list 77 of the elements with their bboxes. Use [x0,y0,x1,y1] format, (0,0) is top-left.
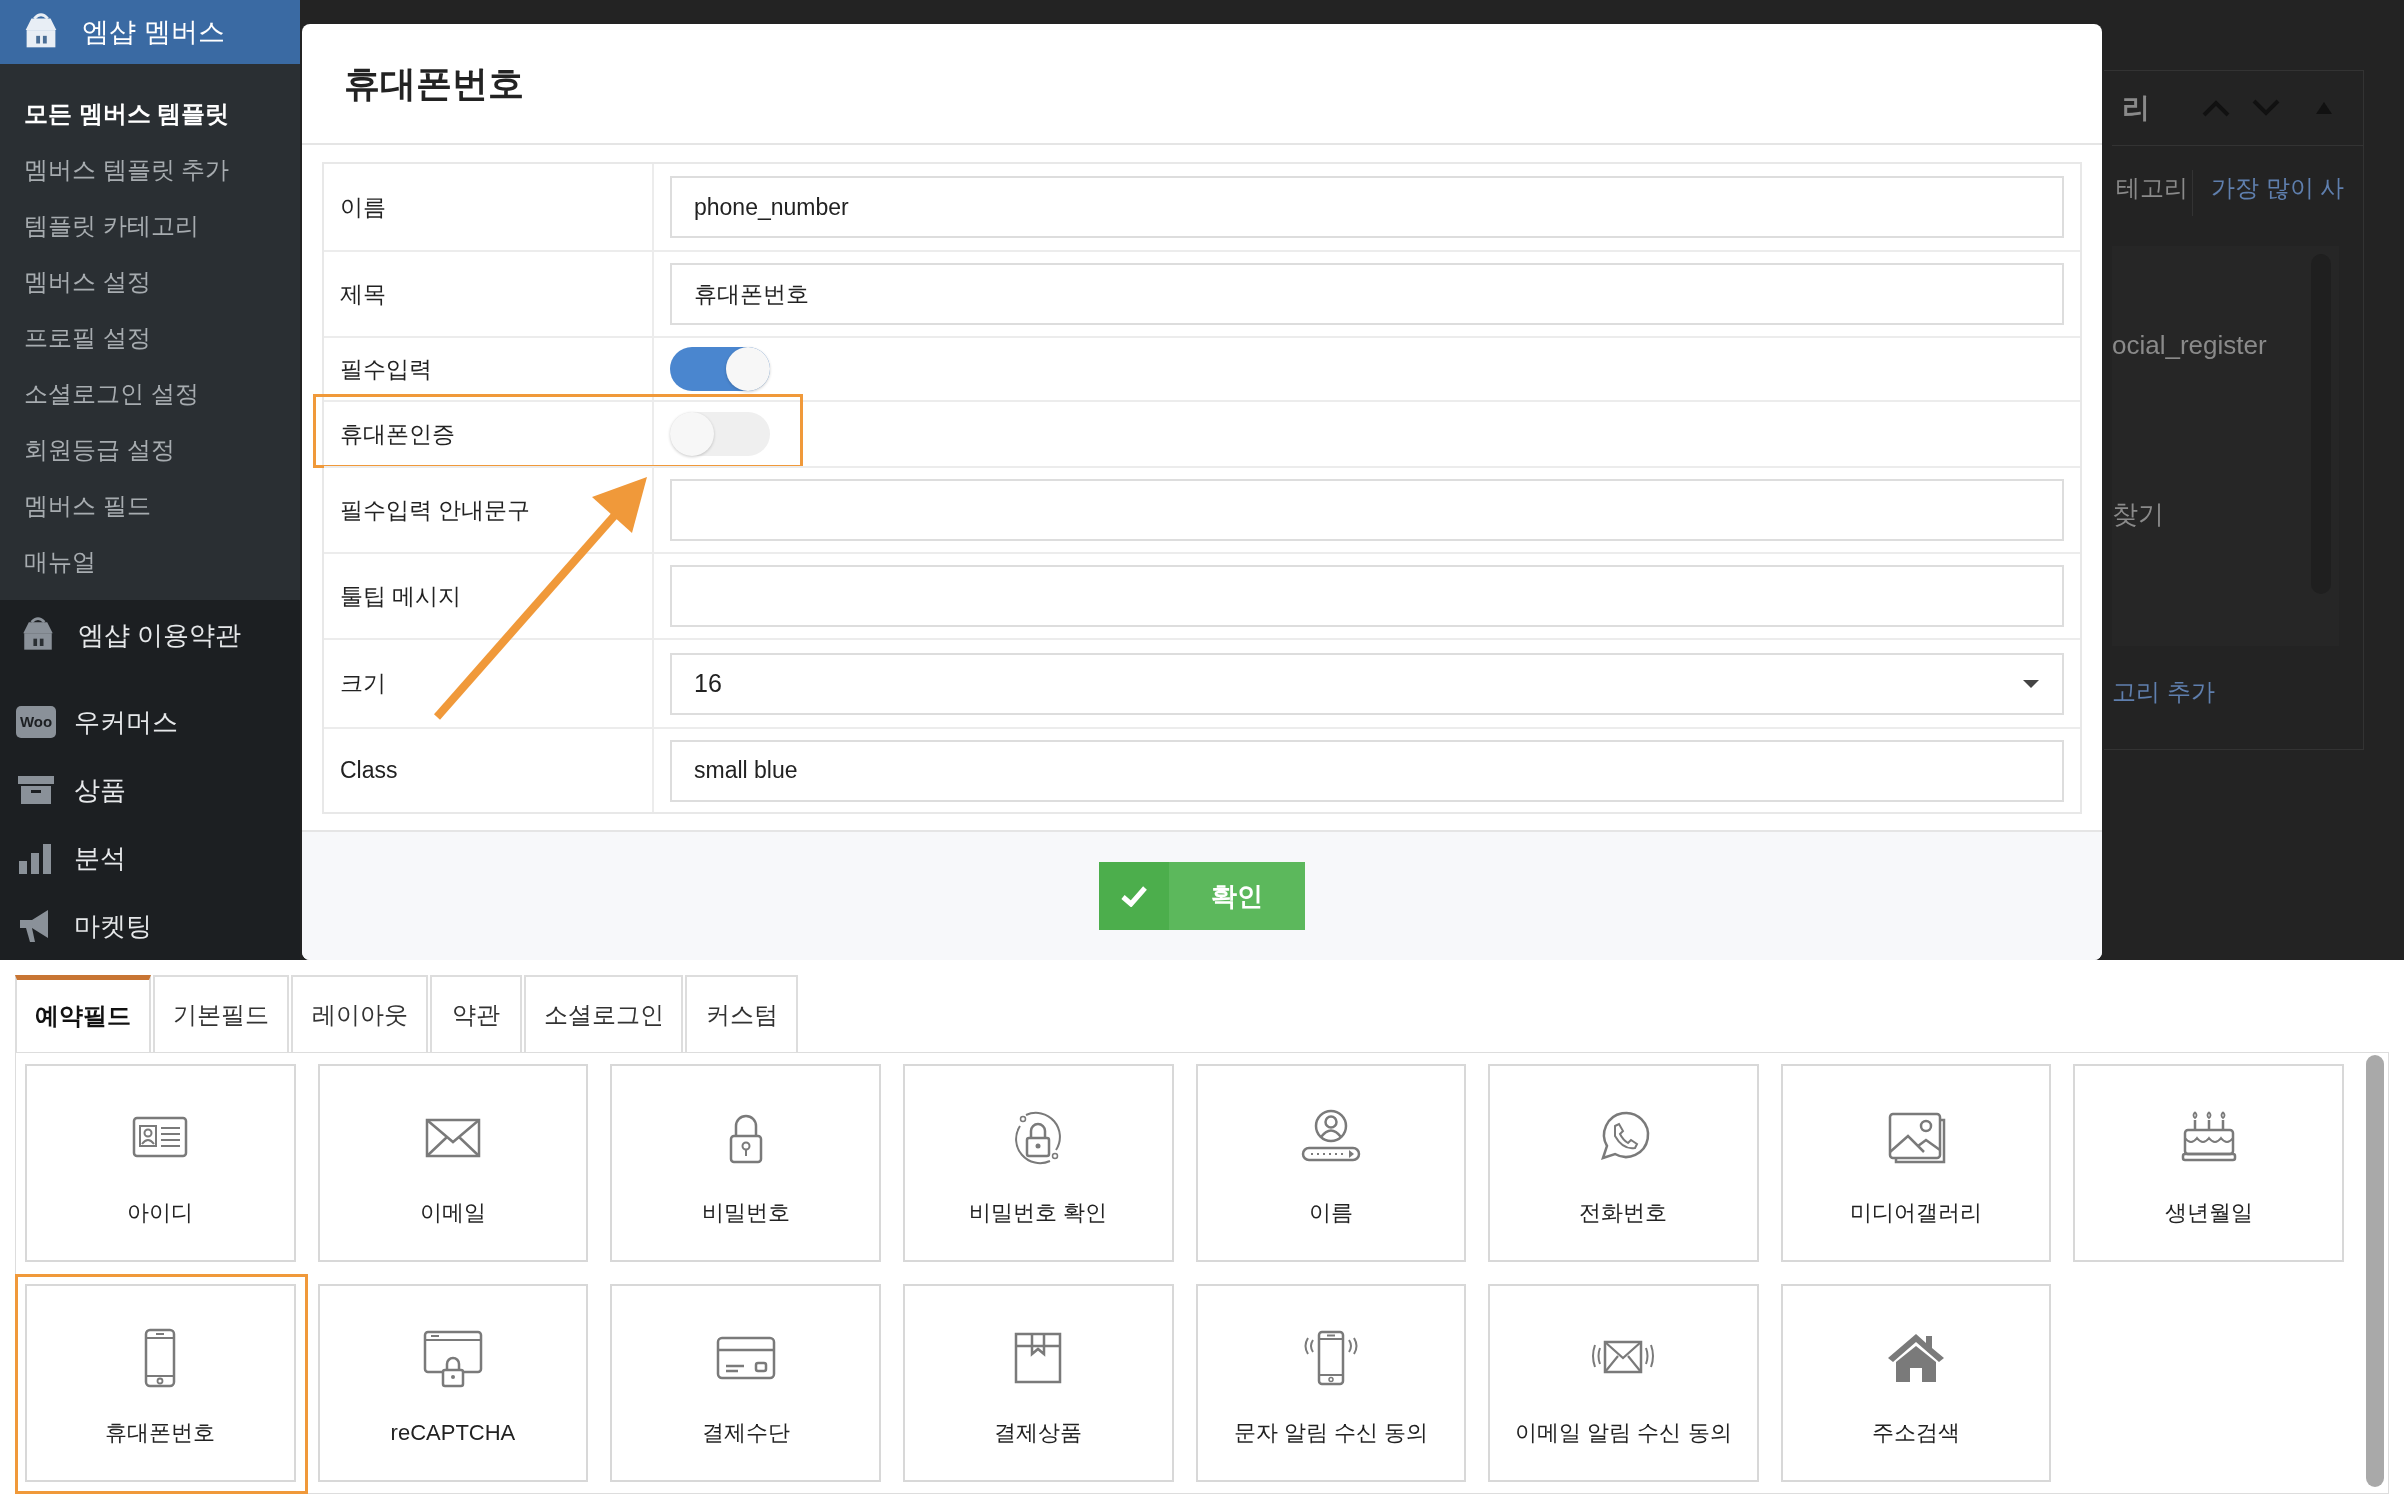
field-tile[interactable]: 주소검색 [1780,1284,2052,1482]
tab[interactable]: 레이아웃 [291,975,428,1052]
menu-item[interactable]: 우커머스 [74,702,178,742]
tab[interactable]: 약관 [430,975,522,1052]
text-field[interactable]: small blue [670,739,2064,802]
tile-label: 이메일 [419,1199,486,1227]
field-label: Class [324,729,654,812]
menu-item[interactable]: 마켓팅 [74,906,152,946]
field-tile[interactable]: 비밀번호 확인 [902,1064,1174,1262]
tab[interactable]: 기본필드 [153,975,289,1052]
dialog-title: 휴대폰번호 [344,61,524,106]
check-icon [1121,885,1147,907]
field-label: 제목 [324,252,654,336]
panel-tab[interactable]: 가장 많이 사 [2207,170,2349,216]
field-label: 이름 [324,164,654,250]
field-tile[interactable]: 결제수단 [610,1284,881,1482]
tile-label: 주소검색 [1872,1419,1961,1447]
field-label: 필수입력 [324,338,654,400]
scrollbar[interactable] [2366,1055,2384,1487]
submenu-item[interactable]: 회원등급 설정 [0,422,300,478]
woo-logo-icon: Woo [16,706,56,738]
field-label: 휴대폰인증 [324,402,654,466]
tile-label: 결제상품 [994,1419,1083,1447]
toggle-switch[interactable] [670,412,770,456]
tile-label: 이메일 알림 수신 동의 [1515,1419,1732,1447]
field-tile[interactable]: reCAPTCHA [317,1284,589,1482]
submenu-item[interactable]: 프로필 설정 [0,310,300,366]
field-tile[interactable]: 이메일 [317,1064,589,1262]
submenu-item[interactable]: 멤버스 필드 [0,478,300,534]
field-tile[interactable]: 아이디 [25,1064,296,1262]
text-field[interactable] [670,565,2064,627]
panel-title: 리 [2122,91,2150,125]
tile-label: 문자 알림 수신 동의 [1233,1419,1428,1447]
list-item[interactable]: 찾기 [2112,495,2164,534]
field-tile[interactable]: 비밀번호 [610,1064,881,1262]
menu-item[interactable]: 분석 [74,838,126,878]
field-tile[interactable]: 이메일 알림 수신 동의 [1488,1284,1759,1482]
field-tile[interactable]: 휴대폰번호 [25,1284,296,1482]
tile-label: 비밀번호 확인 [969,1199,1108,1227]
field-tile[interactable]: 이름 [1195,1064,1467,1262]
field-tile[interactable]: 결제상품 [902,1284,1174,1482]
submenu-item[interactable]: 모든 멤버스 템플릿 [0,86,300,142]
text-field[interactable] [670,479,2064,541]
text-field[interactable]: 휴대폰번호 [670,263,2064,325]
field-tile[interactable]: 생년월일 [2073,1064,2344,1262]
field-tile[interactable]: 문자 알림 수신 동의 [1195,1284,1467,1482]
tile-label: 전화번호 [1579,1199,1668,1227]
tab[interactable]: 예약필드 [15,975,151,1052]
text-field[interactable]: phone_number [670,176,2064,238]
tile-label: 아이디 [127,1199,194,1227]
submenu-item[interactable]: 템플릿 카테고리 [0,198,300,254]
tile-label: 미디어갤러리 [1850,1199,1983,1227]
panel-tab[interactable]: 테고리 [2112,170,2193,216]
submenu-item[interactable]: 멤버스 템플릿 추가 [0,142,300,198]
submenu-item[interactable]: 소셜로그인 설정 [0,366,300,422]
field-tile[interactable]: 전화번호 [1488,1064,1759,1262]
field-label: 툴팁 메시지 [324,554,654,638]
select-field[interactable]: 16 [670,652,2064,715]
tile-label: 휴대폰번호 [105,1419,216,1447]
menu-item[interactable]: 상품 [74,770,126,810]
menu-item[interactable]: 엠샵 이용약관 [78,615,242,655]
submenu-item[interactable]: 매뉴얼 [0,534,300,590]
tile-label: 이름 [1308,1199,1353,1227]
tile-label: reCAPTCHA [390,1419,516,1447]
list-item[interactable]: ocial_register [2112,326,2267,365]
field-label: 크기 [324,640,654,727]
tab[interactable]: 커스텀 [685,975,798,1052]
add-category-link[interactable]: 고리 추가 [2112,674,2215,710]
dropdown-caret-icon [2022,678,2040,689]
tile-label: 비밀번호 [701,1199,790,1227]
tab[interactable]: 소셜로그인 [524,975,683,1052]
archive-box-icon [16,773,56,807]
tile-label: 결제수단 [701,1419,790,1447]
field-tile[interactable]: 미디어갤러리 [1780,1064,2052,1262]
submenu-item[interactable]: 멤버스 설정 [0,254,300,310]
tile-label: 생년월일 [2164,1199,2253,1227]
toggle-switch[interactable] [670,347,770,391]
